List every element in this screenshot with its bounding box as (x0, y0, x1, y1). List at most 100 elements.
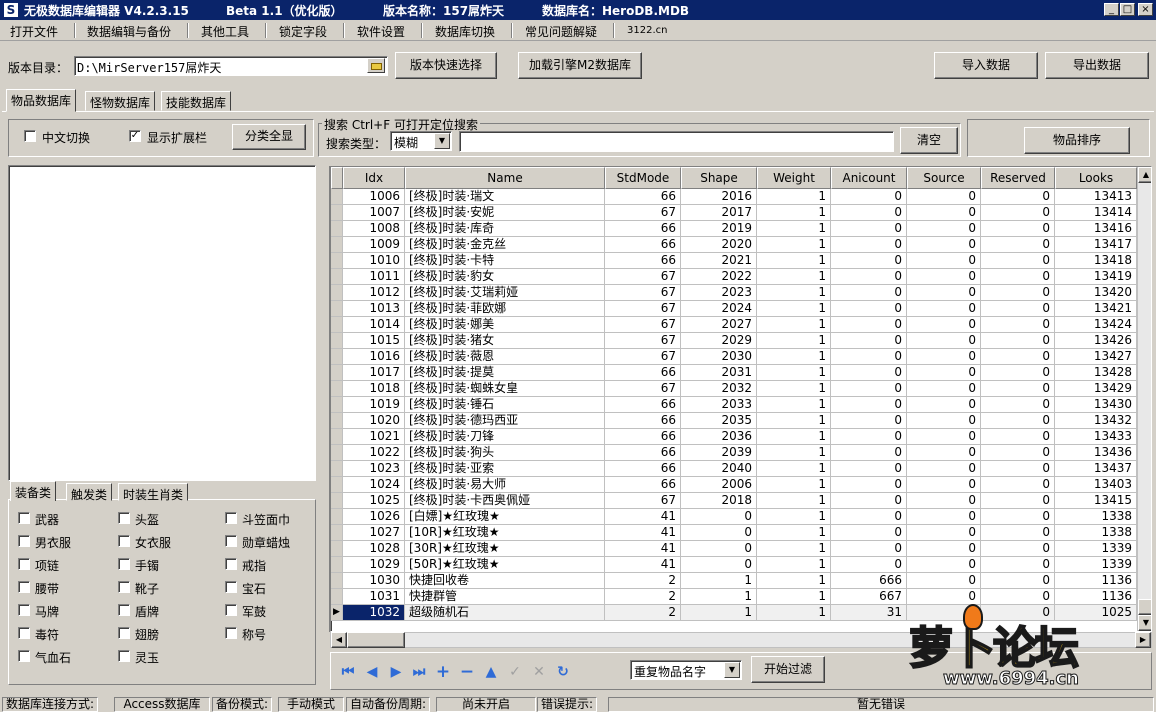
menu-settings[interactable]: 软件设置 (357, 23, 405, 40)
cell-shape[interactable]: 2016 (681, 189, 757, 205)
last-record-icon[interactable]: ⏭ (409, 664, 429, 680)
category-checkbox[interactable] (18, 627, 30, 639)
cell-reserved[interactable]: 0 (981, 509, 1055, 525)
category-checkbox[interactable] (225, 581, 237, 593)
cell-source[interactable]: 0 (907, 573, 981, 589)
row-indicator[interactable] (331, 557, 343, 573)
row-indicator[interactable] (331, 253, 343, 269)
cell-shape[interactable]: 2018 (681, 493, 757, 509)
quick-select-button[interactable]: 版本快速选择 (395, 52, 497, 79)
table-row[interactable]: 1022 [终极]时装·狗头 66 2039 1 0 0 0 13436 (331, 445, 1137, 461)
menu-lock-fields[interactable]: 锁定字段 (279, 23, 327, 40)
row-indicator[interactable] (331, 493, 343, 509)
cell-looks[interactable]: 13426 (1055, 333, 1137, 349)
table-row[interactable]: 1015 [终极]时装·猪女 67 2029 1 0 0 0 13426 (331, 333, 1137, 349)
cell-anicount[interactable]: 0 (831, 413, 907, 429)
table-row[interactable]: 1025 [终极]时装·卡西奥佩娅 67 2018 1 0 0 0 13415 (331, 493, 1137, 509)
cell-idx[interactable]: 1013 (343, 301, 405, 317)
cell-looks[interactable]: 13418 (1055, 253, 1137, 269)
cell-anicount[interactable]: 666 (831, 573, 907, 589)
cell-weight[interactable]: 1 (757, 413, 831, 429)
cell-stdmode[interactable]: 67 (605, 493, 681, 509)
import-button[interactable]: 导入数据 (934, 52, 1038, 79)
cell-name[interactable]: [终极]时装·薇恩 (405, 349, 605, 365)
menu-open-file[interactable]: 打开文件 (10, 23, 58, 40)
cell-idx[interactable]: 1026 (343, 509, 405, 525)
cell-looks[interactable]: 13415 (1055, 493, 1137, 509)
category-checkbox[interactable] (118, 558, 130, 570)
cell-idx[interactable]: 1032 (343, 605, 405, 621)
row-indicator[interactable] (331, 221, 343, 237)
cell-looks[interactable]: 1338 (1055, 525, 1137, 541)
cell-anicount[interactable]: 0 (831, 189, 907, 205)
cell-name[interactable]: [终极]时装·刀锋 (405, 429, 605, 445)
row-indicator[interactable] (331, 189, 343, 205)
cell-reserved[interactable]: 0 (981, 349, 1055, 365)
table-row[interactable]: 1026 [白嫖]★红玫瑰★ 41 0 1 0 0 0 1338 (331, 509, 1137, 525)
cell-weight[interactable]: 1 (757, 285, 831, 301)
cell-reserved[interactable]: 0 (981, 189, 1055, 205)
row-indicator[interactable] (331, 285, 343, 301)
category-checkbox[interactable] (18, 604, 30, 616)
row-indicator[interactable] (331, 429, 343, 445)
cell-idx[interactable]: 1021 (343, 429, 405, 445)
cell-shape[interactable]: 2029 (681, 333, 757, 349)
table-row[interactable]: 1010 [终极]时装·卡特 66 2021 1 0 0 0 13418 (331, 253, 1137, 269)
cell-shape[interactable]: 1 (681, 605, 757, 621)
cell-shape[interactable]: 2033 (681, 397, 757, 413)
cell-source[interactable]: 0 (907, 333, 981, 349)
cell-stdmode[interactable]: 66 (605, 189, 681, 205)
cell-weight[interactable]: 1 (757, 557, 831, 573)
column-header-reserved[interactable]: Reserved (981, 167, 1055, 189)
menu-db-switch[interactable]: 数据库切换 (435, 23, 495, 40)
cell-reserved[interactable]: 0 (981, 573, 1055, 589)
table-row[interactable]: 1007 [终极]时装·安妮 67 2017 1 0 0 0 13414 (331, 205, 1137, 221)
cell-source[interactable]: 0 (907, 269, 981, 285)
close-button[interactable]: × (1138, 3, 1153, 16)
cell-looks[interactable]: 13419 (1055, 269, 1137, 285)
cell-idx[interactable]: 1007 (343, 205, 405, 221)
cell-source[interactable]: 0 (907, 461, 981, 477)
cell-name[interactable]: [终极]时装·提莫 (405, 365, 605, 381)
table-row[interactable]: 1017 [终极]时装·提莫 66 2031 1 0 0 0 13428 (331, 365, 1137, 381)
table-row[interactable]: 1023 [终极]时装·亚索 66 2040 1 0 0 0 13437 (331, 461, 1137, 477)
cell-shape[interactable]: 0 (681, 509, 757, 525)
cell-shape[interactable]: 2024 (681, 301, 757, 317)
column-header-idx[interactable]: Idx (343, 167, 405, 189)
cell-shape[interactable]: 0 (681, 525, 757, 541)
category-checkbox[interactable] (225, 535, 237, 547)
category-checkbox[interactable] (18, 558, 30, 570)
cell-shape[interactable]: 2019 (681, 221, 757, 237)
cell-anicount[interactable]: 0 (831, 285, 907, 301)
cell-weight[interactable]: 1 (757, 605, 831, 621)
table-row[interactable]: 1027 [10R]★红玫瑰★ 41 0 1 0 0 0 1338 (331, 525, 1137, 541)
row-indicator[interactable] (331, 349, 343, 365)
table-row[interactable]: 1011 [终极]时装·豹女 67 2022 1 0 0 0 13419 (331, 269, 1137, 285)
cell-idx[interactable]: 1022 (343, 445, 405, 461)
row-indicator[interactable] (331, 525, 343, 541)
minimize-button[interactable]: _ (1104, 3, 1119, 16)
row-indicator[interactable] (331, 541, 343, 557)
cell-stdmode[interactable]: 66 (605, 445, 681, 461)
cell-looks[interactable]: 13436 (1055, 445, 1137, 461)
item-sort-button[interactable]: 物品排序 (1024, 127, 1130, 154)
post-record-icon[interactable]: ✓ (505, 664, 525, 680)
cell-idx[interactable]: 1025 (343, 493, 405, 509)
cell-source[interactable]: 0 (907, 301, 981, 317)
cell-idx[interactable]: 1009 (343, 237, 405, 253)
chevron-down-icon[interactable]: ▼ (724, 662, 740, 678)
edit-record-icon[interactable]: ▲ (481, 664, 501, 680)
chevron-down-icon[interactable]: ▼ (434, 133, 450, 149)
cell-source[interactable]: 0 (907, 317, 981, 333)
table-row[interactable]: 1012 [终极]时装·艾瑞莉娅 67 2023 1 0 0 0 13420 (331, 285, 1137, 301)
cell-weight[interactable]: 1 (757, 429, 831, 445)
cell-anicount[interactable]: 0 (831, 445, 907, 461)
cell-looks[interactable]: 1338 (1055, 509, 1137, 525)
menu-other-tools[interactable]: 其他工具 (201, 23, 249, 40)
cell-shape[interactable]: 0 (681, 557, 757, 573)
cell-looks[interactable]: 13413 (1055, 189, 1137, 205)
table-row[interactable]: 1028 [30R]★红玫瑰★ 41 0 1 0 0 0 1339 (331, 541, 1137, 557)
cell-anicount[interactable]: 0 (831, 461, 907, 477)
cell-reserved[interactable]: 0 (981, 365, 1055, 381)
cell-reserved[interactable]: 0 (981, 253, 1055, 269)
